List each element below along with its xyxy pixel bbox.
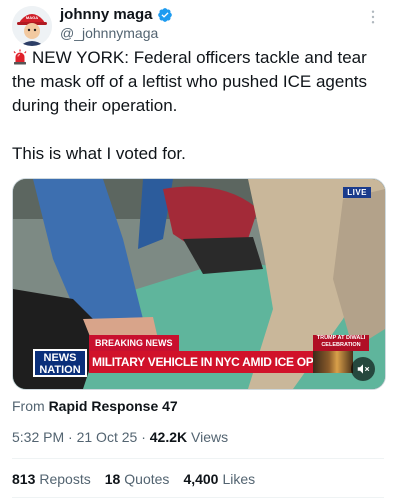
tweet-time[interactable]: 5:32 PM <box>12 429 64 445</box>
author-handle[interactable]: @_johnnymaga <box>60 25 158 41</box>
likes-count: 4,400 <box>183 471 219 487</box>
views-label: Views <box>191 429 229 445</box>
engagement-stats: 813 Reposts 18 Quotes 4,400 Likes <box>12 471 255 487</box>
quotes-label: Quotes <box>124 471 170 487</box>
tweet-text-line-1: NEW YORK: Federal officers tackle and te… <box>12 48 367 115</box>
source-prefix: From <box>12 398 45 414</box>
tweet-metadata: 5:32 PM · 21 Oct 25 · 42.2K Views <box>12 429 228 445</box>
reposts-label: Reposts <box>39 471 91 487</box>
verified-badge-icon <box>157 7 172 22</box>
likes-stat[interactable]: 4,400 Likes <box>183 471 255 487</box>
tweet-text-paragraph-1: NEW YORK: Federal officers tackle and te… <box>12 46 380 118</box>
news-nation-logo-bottom: NATION <box>39 364 81 376</box>
meta-separator: · <box>68 429 77 445</box>
name-row: johnny maga <box>60 6 173 23</box>
quotes-stat[interactable]: 18 Quotes <box>105 471 170 487</box>
breaking-news-label: BREAKING NEWS <box>89 335 179 351</box>
source-line: From Rapid Response 47 <box>12 398 178 414</box>
divider <box>12 458 384 459</box>
chyron-side-label: TRUMP AT DIWALI CELEBRATION <box>313 335 369 351</box>
news-nation-logo-top: NEWS <box>43 352 77 364</box>
chyron-thumbnail <box>313 351 353 373</box>
reposts-stat[interactable]: 813 Reposts <box>12 471 91 487</box>
chyron-headline: MILITARY VEHICLE IN NYC AMID ICE OPERATI… <box>89 351 314 373</box>
muted-speaker-icon <box>357 364 370 374</box>
maga-hat-avatar-icon: MAGA <box>12 6 52 46</box>
divider <box>12 497 384 498</box>
tweet-header: MAGA johnny maga @_johnnymaga <box>12 6 384 46</box>
tweet-text-line-2: This is what I voted for. <box>12 144 186 163</box>
likes-label: Likes <box>222 471 256 487</box>
more-options-icon[interactable] <box>364 8 382 26</box>
avatar[interactable]: MAGA <box>12 6 52 46</box>
quotes-count: 18 <box>104 471 121 487</box>
source-name[interactable]: Rapid Response 47 <box>49 398 178 414</box>
police-siren-icon <box>13 49 27 65</box>
mute-button[interactable] <box>351 357 375 381</box>
views-count: 42.2K <box>149 429 188 445</box>
tweet-body: NEW YORK: Federal officers tackle and te… <box>12 46 380 166</box>
news-nation-logo: NEWS NATION <box>33 349 87 377</box>
meta-separator: · <box>141 429 150 445</box>
video-player[interactable]: LIVE BREAKING NEWS NEWS NATION MILITARY … <box>12 178 386 390</box>
live-badge: LIVE <box>343 187 371 198</box>
tweet-date[interactable]: 21 Oct 25 <box>77 429 138 445</box>
reposts-count: 813 <box>12 471 36 487</box>
author-name[interactable]: johnny maga <box>60 6 153 23</box>
svg-text:MAGA: MAGA <box>26 15 38 20</box>
